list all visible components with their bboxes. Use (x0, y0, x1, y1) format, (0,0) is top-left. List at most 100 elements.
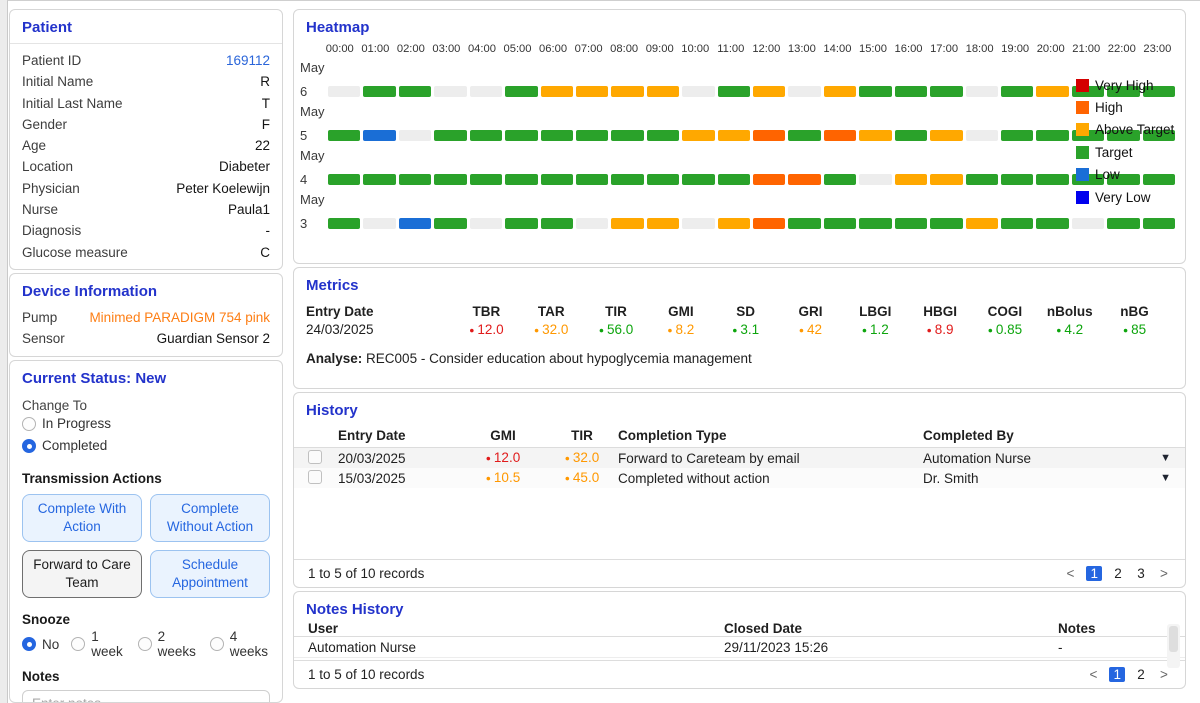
heatmap-cell[interactable] (966, 130, 998, 141)
schedule-appointment-button[interactable]: Schedule Appointment (150, 550, 270, 598)
heatmap-cell[interactable] (1143, 218, 1175, 229)
heatmap-cell[interactable] (363, 86, 395, 97)
heatmap-cell[interactable] (895, 130, 927, 141)
heatmap-cell[interactable] (824, 86, 856, 97)
heatmap-cell[interactable] (895, 86, 927, 97)
heatmap-cell[interactable] (824, 130, 856, 141)
heatmap-cell[interactable] (788, 174, 820, 185)
heatmap-cell[interactable] (576, 130, 608, 141)
heatmap-cell[interactable] (611, 130, 643, 141)
heatmap-cell[interactable] (328, 174, 360, 185)
heatmap-cell[interactable] (576, 218, 608, 229)
heatmap-cell[interactable] (328, 218, 360, 229)
heatmap-cell[interactable] (1001, 174, 1033, 185)
heatmap-cell[interactable] (682, 86, 714, 97)
heatmap-cell[interactable] (328, 86, 360, 97)
heatmap-cell[interactable] (470, 86, 502, 97)
heatmap-cell[interactable] (541, 218, 573, 229)
chevron-down-icon[interactable]: ▼ (1141, 472, 1171, 484)
row-checkbox[interactable] (308, 450, 322, 464)
heatmap-cell[interactable] (966, 218, 998, 229)
heatmap-cell[interactable] (788, 218, 820, 229)
pagination-page-1[interactable]: 1 (1086, 566, 1102, 581)
heatmap-cell[interactable] (434, 86, 466, 97)
heatmap-cell[interactable] (718, 86, 750, 97)
heatmap-cell[interactable] (1001, 130, 1033, 141)
heatmap-cell[interactable] (859, 218, 891, 229)
heatmap-cell[interactable] (859, 130, 891, 141)
heatmap-cell[interactable] (895, 218, 927, 229)
row-checkbox[interactable] (308, 470, 322, 484)
heatmap-cell[interactable] (399, 130, 431, 141)
heatmap-cell[interactable] (682, 174, 714, 185)
heatmap-cell[interactable] (718, 174, 750, 185)
heatmap-cell[interactable] (434, 130, 466, 141)
heatmap-cell[interactable] (363, 174, 395, 185)
pagination-page-3[interactable]: 3 (1134, 566, 1148, 581)
snooze-option-2-weeks[interactable]: 2 weeks (138, 633, 198, 655)
heatmap-cell[interactable] (470, 218, 502, 229)
heatmap-cell[interactable] (328, 130, 360, 141)
heatmap-cell[interactable] (470, 174, 502, 185)
heatmap-cell[interactable] (1036, 218, 1068, 229)
heatmap-cell[interactable] (576, 174, 608, 185)
pagination-prev[interactable]: < (1086, 667, 1100, 682)
heatmap-cell[interactable] (576, 86, 608, 97)
heatmap-cell[interactable] (859, 86, 891, 97)
heatmap-cell[interactable] (1072, 218, 1104, 229)
forward-to-care-team-button[interactable]: Forward to Care Team (22, 550, 142, 598)
heatmap-cell[interactable] (788, 130, 820, 141)
heatmap-cell[interactable] (1036, 86, 1068, 97)
snooze-option-1-week[interactable]: 1 week (71, 633, 125, 655)
complete-without-action-button[interactable]: Complete Without Action (150, 494, 270, 542)
snooze-option-4-weeks[interactable]: 4 weeks (210, 633, 270, 655)
heatmap-cell[interactable] (682, 218, 714, 229)
heatmap-cell[interactable] (824, 218, 856, 229)
heatmap-cell[interactable] (505, 130, 537, 141)
heatmap-cell[interactable] (753, 174, 785, 185)
heatmap-cell[interactable] (753, 130, 785, 141)
heatmap-cell[interactable] (859, 174, 891, 185)
complete-with-action-button[interactable]: Complete With Action (22, 494, 142, 542)
heatmap-cell[interactable] (966, 86, 998, 97)
heatmap-cell[interactable] (1036, 130, 1068, 141)
heatmap-cell[interactable] (1001, 86, 1033, 97)
heatmap-cell[interactable] (505, 174, 537, 185)
heatmap-cell[interactable] (363, 218, 395, 229)
pagination-next[interactable]: > (1157, 566, 1171, 581)
heatmap-cell[interactable] (718, 130, 750, 141)
heatmap-cell[interactable] (930, 218, 962, 229)
heatmap-cell[interactable] (788, 86, 820, 97)
heatmap-cell[interactable] (541, 86, 573, 97)
pagination-prev[interactable]: < (1063, 566, 1077, 581)
heatmap-cell[interactable] (824, 174, 856, 185)
heatmap-cell[interactable] (647, 130, 679, 141)
pagination-next[interactable]: > (1157, 667, 1171, 682)
heatmap-cell[interactable] (718, 218, 750, 229)
heatmap-cell[interactable] (1001, 218, 1033, 229)
notes-input[interactable] (22, 690, 270, 703)
heatmap-cell[interactable] (966, 174, 998, 185)
heatmap-cell[interactable] (647, 86, 679, 97)
heatmap-cell[interactable] (434, 218, 466, 229)
heatmap-cell[interactable] (647, 218, 679, 229)
heatmap-cell[interactable] (611, 86, 643, 97)
heatmap-cell[interactable] (399, 174, 431, 185)
heatmap-cell[interactable] (930, 86, 962, 97)
status-option-in-progress[interactable]: In Progress (22, 413, 270, 435)
chevron-down-icon[interactable]: ▼ (1141, 452, 1171, 464)
heatmap-cell[interactable] (399, 86, 431, 97)
heatmap-cell[interactable] (930, 130, 962, 141)
heatmap-cell[interactable] (647, 174, 679, 185)
heatmap-cell[interactable] (753, 86, 785, 97)
heatmap-cell[interactable] (895, 174, 927, 185)
heatmap-cell[interactable] (1036, 174, 1068, 185)
heatmap-cell[interactable] (541, 174, 573, 185)
pagination-page-1[interactable]: 1 (1109, 667, 1125, 682)
heatmap-cell[interactable] (363, 130, 395, 141)
heatmap-cell[interactable] (505, 86, 537, 97)
heatmap-cell[interactable] (541, 130, 573, 141)
heatmap-cell[interactable] (470, 130, 502, 141)
heatmap-cell[interactable] (753, 218, 785, 229)
heatmap-cell[interactable] (930, 174, 962, 185)
